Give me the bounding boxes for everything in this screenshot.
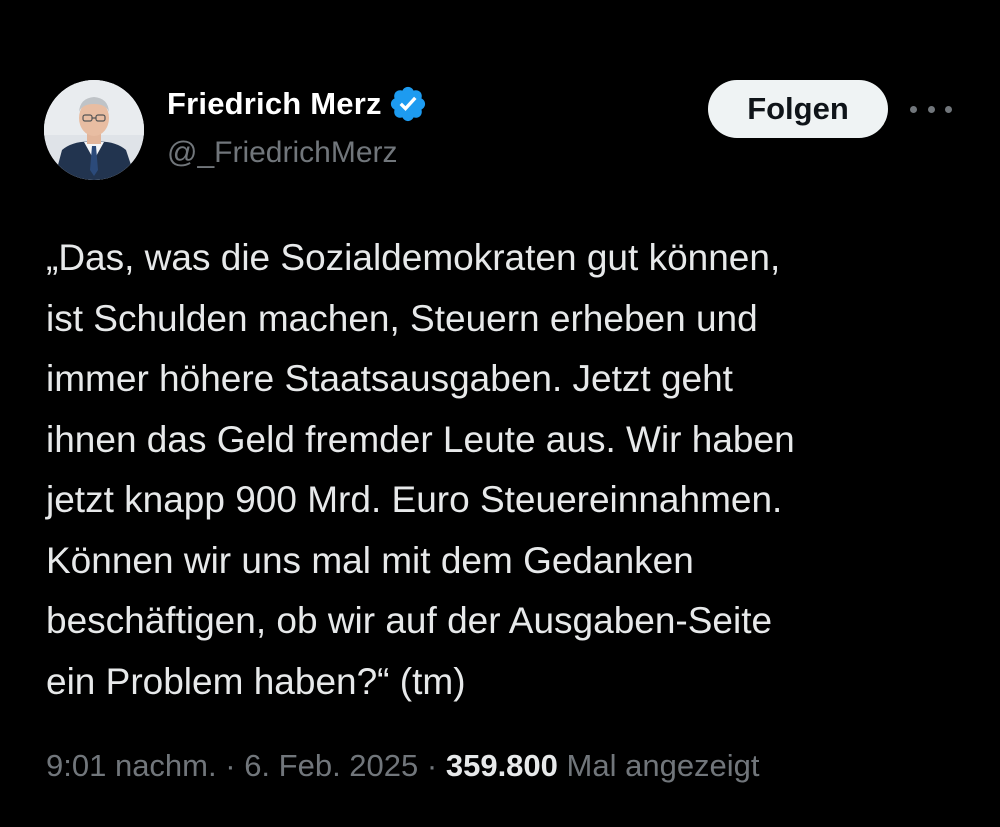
tweet-date[interactable]: 6. Feb. 2025: [244, 748, 418, 783]
more-dot: [945, 105, 952, 113]
display-name-row: Friedrich Merz: [167, 82, 428, 126]
views-label[interactable]: Mal angezeigt: [567, 748, 760, 783]
person-portrait-avatar: [44, 80, 144, 180]
follow-button[interactable]: Folgen: [708, 80, 888, 138]
meta-separator: ·: [426, 748, 438, 783]
tweet-text-line: immer höhere Staatsausgaben. Jetzt geht: [46, 358, 733, 399]
tweet-card: Friedrich Merz @_FriedrichMerz Folgen „D…: [0, 0, 1000, 827]
tweet-text-line: Können wir uns mal mit dem Gedanken: [46, 539, 694, 581]
tweet-text-line: „Das, was die Sozialdemokraten gut könne…: [46, 237, 781, 278]
tweet-text-line: jetzt knapp 900 Mrd. Euro Steuereinnahme…: [46, 479, 783, 520]
tweet-text-line: ihnen das Geld fremder Leute aus. Wir ha…: [46, 418, 795, 460]
tweet-text-line: ist Schulden machen, Steuern erheben und: [46, 297, 758, 339]
tweet-text: „Das, was die Sozialdemokraten gut könne…: [46, 228, 966, 712]
more-dot: [927, 105, 935, 113]
author-handle[interactable]: @_FriedrichMerz: [167, 136, 428, 170]
views-count[interactable]: 359.800: [446, 748, 558, 783]
tweet-text-line: beschäftigen, ob wir auf der Ausgaben-Se…: [46, 600, 773, 641]
more-horizontal-icon[interactable]: [910, 96, 952, 122]
verified-badge-icon[interactable]: [388, 84, 428, 124]
avatar[interactable]: [44, 80, 144, 180]
tweet-time[interactable]: 9:01 nachm.: [46, 748, 217, 783]
tweet-text-line: ein Problem haben?“ (tm): [46, 660, 466, 702]
tweet-meta: 9:01 nachm. · 6. Feb. 2025 · 359.800 Mal…: [46, 748, 760, 784]
author-info: Friedrich Merz @_FriedrichMerz: [167, 82, 428, 170]
display-name[interactable]: Friedrich Merz: [167, 86, 382, 122]
more-dot: [910, 105, 917, 113]
meta-separator: ·: [225, 748, 236, 783]
